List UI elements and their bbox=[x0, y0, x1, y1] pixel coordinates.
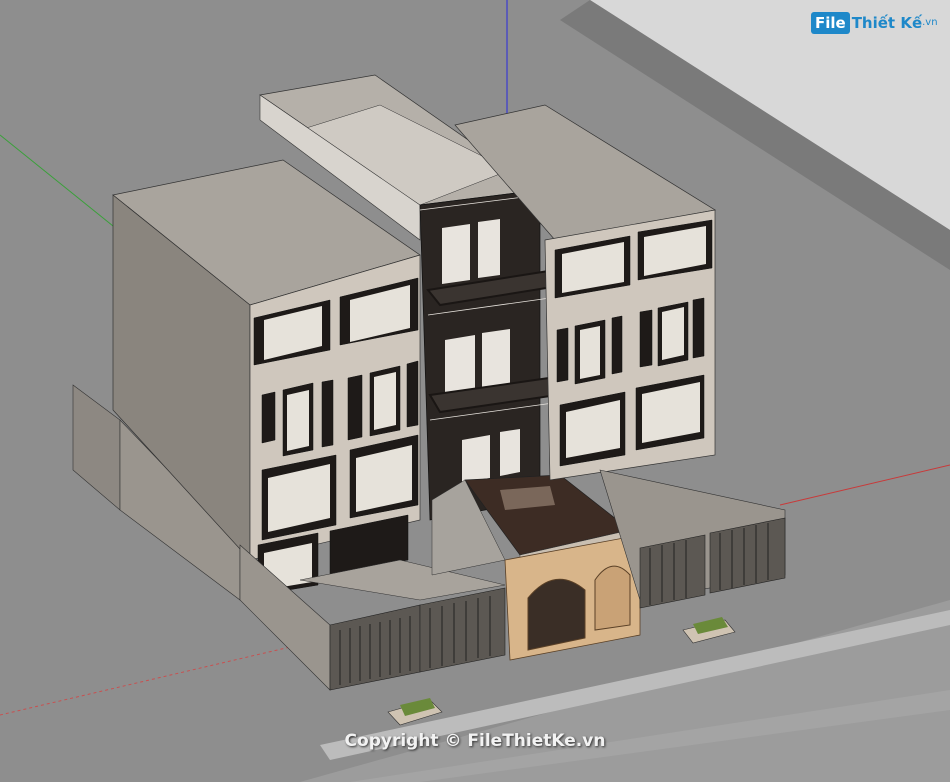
logo-file: File bbox=[811, 12, 850, 34]
sketchup-viewport[interactable]: File Thiết Kế .vn Copyright © FileThietK… bbox=[0, 0, 950, 782]
site-logo: File Thiết Kế .vn bbox=[811, 12, 938, 34]
logo-thietke: Thiết Kế bbox=[851, 14, 923, 32]
3d-model-scene[interactable] bbox=[0, 0, 950, 782]
main-gate-door bbox=[527, 578, 586, 651]
logo-vn: .vn bbox=[922, 17, 938, 28]
copyright-watermark: Copyright © FileThietKe.vn bbox=[344, 731, 606, 751]
